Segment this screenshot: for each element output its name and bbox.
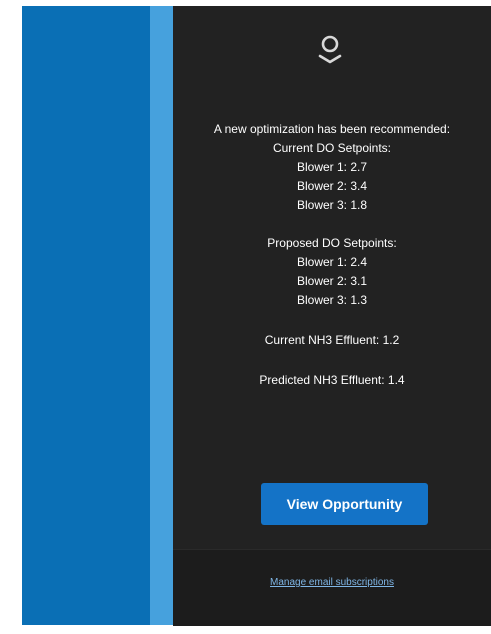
proposed-setpoint-blower-1: Blower 1: 2.4 bbox=[296, 255, 368, 269]
email-panel: A new optimization has been recommended:… bbox=[173, 6, 491, 626]
current-setpoint-blower-3: Blower 3: 1.8 bbox=[296, 198, 368, 212]
brand-stripe-dark bbox=[22, 6, 150, 625]
intro-text: A new optimization has been recommended: bbox=[213, 122, 451, 136]
email-footer: Manage email subscriptions bbox=[173, 549, 491, 626]
current-setpoint-blower-2: Blower 2: 3.4 bbox=[296, 179, 368, 193]
predicted-nh3-effluent: Predicted NH3 Effluent: 1.4 bbox=[259, 373, 405, 387]
brand-stripe-light bbox=[150, 6, 173, 625]
view-opportunity-button[interactable]: View Opportunity bbox=[261, 483, 428, 525]
current-nh3-effluent: Current NH3 Effluent: 1.2 bbox=[264, 333, 400, 347]
proposed-setpoint-blower-2: Blower 2: 3.1 bbox=[296, 274, 368, 288]
current-setpoints-heading: Current DO Setpoints: bbox=[272, 141, 392, 155]
email-preview: A new optimization has been recommended:… bbox=[0, 0, 491, 634]
proposed-setpoint-blower-3: Blower 3: 1.3 bbox=[296, 293, 368, 307]
location-pin-ring-icon bbox=[318, 35, 342, 64]
manage-subscriptions-link[interactable]: Manage email subscriptions bbox=[173, 577, 491, 588]
email-body: A new optimization has been recommended:… bbox=[173, 120, 491, 390]
current-setpoint-blower-1: Blower 1: 2.7 bbox=[296, 160, 368, 174]
proposed-setpoints-heading: Proposed DO Setpoints: bbox=[267, 236, 397, 250]
